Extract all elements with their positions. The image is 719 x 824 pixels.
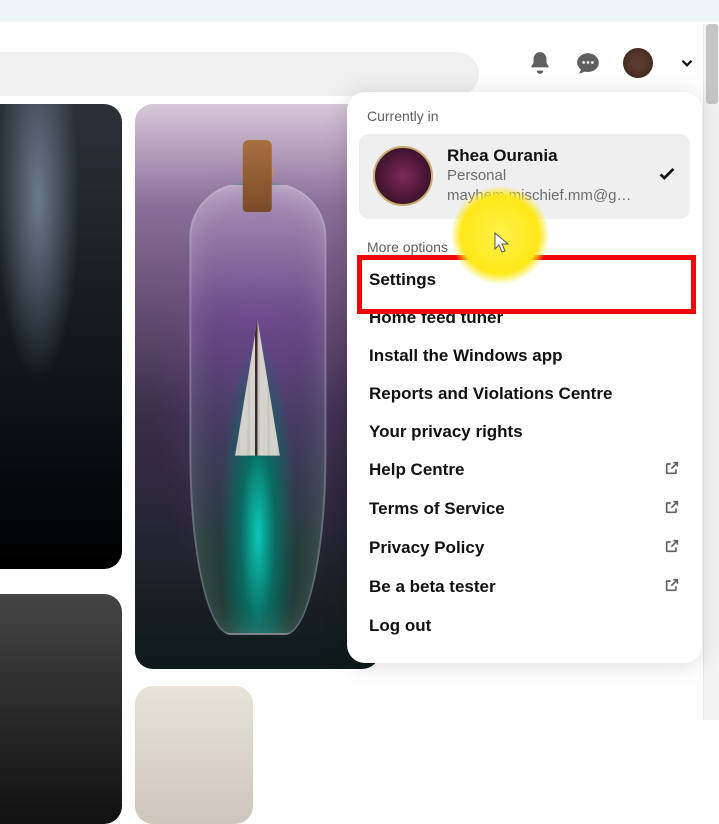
menu-item-label: Help Centre xyxy=(369,460,464,480)
menu-list: Settings Home feed tuner Install the Win… xyxy=(359,261,690,645)
menu-item-help-centre[interactable]: Help Centre xyxy=(359,451,690,490)
menu-item-label: Privacy Policy xyxy=(369,538,484,558)
external-link-icon xyxy=(664,538,680,559)
profile-name: Rhea Ourania xyxy=(447,146,676,166)
menu-item-label: Home feed tuner xyxy=(369,308,503,328)
menu-item-reports-violations[interactable]: Reports and Violations Centre xyxy=(359,375,690,413)
external-link-icon xyxy=(664,577,680,598)
profile-email: mayhem.mischief.mm@g… xyxy=(447,186,676,206)
search-bar[interactable] xyxy=(0,52,479,96)
menu-item-label: Install the Windows app xyxy=(369,346,562,366)
notifications-icon[interactable] xyxy=(527,50,553,76)
browser-chrome-gap xyxy=(0,0,719,22)
external-link-icon xyxy=(664,460,680,481)
menu-item-label: Your privacy rights xyxy=(369,422,523,442)
menu-item-beta-tester[interactable]: Be a beta tester xyxy=(359,568,690,607)
menu-item-label: Reports and Violations Centre xyxy=(369,384,612,404)
more-options-label: More options xyxy=(359,219,690,261)
menu-item-settings[interactable]: Settings xyxy=(359,261,690,299)
menu-item-privacy-rights[interactable]: Your privacy rights xyxy=(359,413,690,451)
header-avatar[interactable] xyxy=(623,48,653,78)
profile-avatar xyxy=(373,146,433,206)
menu-item-privacy-policy[interactable]: Privacy Policy xyxy=(359,529,690,568)
menu-item-label: Log out xyxy=(369,616,431,636)
pin-card[interactable] xyxy=(135,686,253,824)
pin-art-ship xyxy=(230,319,286,489)
menu-item-label: Be a beta tester xyxy=(369,577,496,597)
profile-card[interactable]: Rhea Ourania Personal mayhem.mischief.mm… xyxy=(359,134,690,219)
vertical-scrollbar[interactable] xyxy=(703,24,719,720)
menu-item-label: Settings xyxy=(369,270,436,290)
external-link-icon xyxy=(664,499,680,520)
currently-in-label: Currently in xyxy=(359,102,690,134)
messages-icon[interactable] xyxy=(575,50,601,76)
profile-type: Personal xyxy=(447,166,676,186)
menu-item-terms-of-service[interactable]: Terms of Service xyxy=(359,490,690,529)
account-dropdown: Currently in Rhea Ourania Personal mayhe… xyxy=(347,92,702,663)
check-icon xyxy=(656,163,678,190)
pin-card[interactable] xyxy=(0,594,122,824)
pin-card[interactable] xyxy=(0,104,122,569)
menu-item-install-windows-app[interactable]: Install the Windows app xyxy=(359,337,690,375)
scrollbar-thumb[interactable] xyxy=(706,24,718,104)
profile-text: Rhea Ourania Personal mayhem.mischief.mm… xyxy=(447,146,676,207)
account-menu-chevron[interactable] xyxy=(675,51,699,75)
menu-item-log-out[interactable]: Log out xyxy=(359,607,690,645)
pin-card[interactable] xyxy=(135,104,380,669)
menu-item-label: Terms of Service xyxy=(369,499,505,519)
menu-item-home-feed-tuner[interactable]: Home feed tuner xyxy=(359,299,690,337)
pin-art-bottle xyxy=(189,183,326,635)
